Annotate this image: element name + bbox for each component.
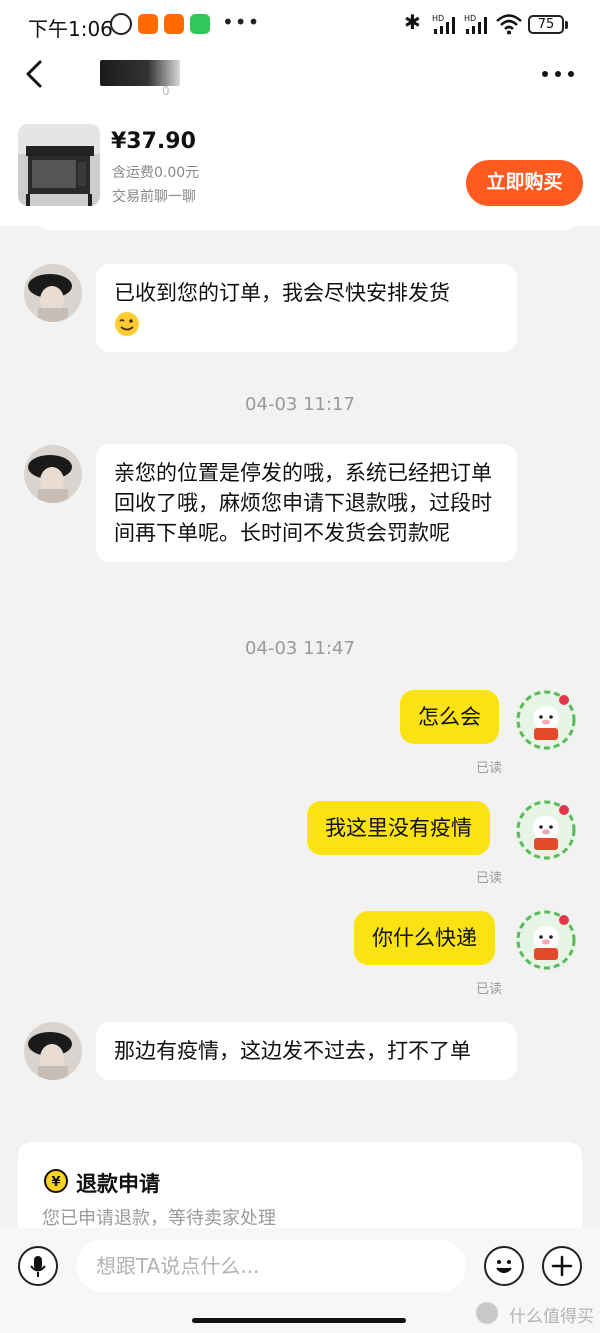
message-text: 怎么会 [418, 705, 481, 729]
read-status: 已读 [476, 761, 503, 776]
product-image[interactable] [18, 124, 100, 206]
message-text: 亲您的位置是停发的哦，系统已经把订单回收了哦，麻烦您申请下退款哦，过段时间再下单… [114, 461, 492, 545]
message-bubble-incoming[interactable]: 亲您的位置是停发的哦，系统已经把订单回收了哦，麻烦您申请下退款哦，过段时间再下单… [96, 444, 517, 562]
plus-icon [551, 1255, 573, 1277]
refund-title: 退款申请 [76, 1172, 160, 1196]
more-dots-icon [542, 71, 574, 77]
message-bubble-incoming[interactable]: 已收到您的订单，我会尽快安排发货 [96, 264, 517, 352]
contact-subtitle: 0 [162, 84, 170, 98]
microphone-icon [30, 1256, 46, 1277]
wifi-icon [496, 14, 522, 35]
smiley-icon [496, 1260, 512, 1274]
chat-header: 下午1:06 ••• ✱ HD HD 75 0 ¥37.90 含运费0.00元 … [0, 0, 600, 226]
bluetooth-icon: ✱ [404, 10, 421, 34]
message-text: 你什么快递 [372, 926, 477, 950]
battery-icon: 75 [528, 15, 568, 34]
message-bubble-outgoing[interactable]: 我这里没有疫情 [307, 801, 490, 855]
message-text: 我这里没有疫情 [325, 816, 472, 840]
message-bubble-incoming[interactable]: 那边有疫情，这边发不过去，打不了单 [96, 1022, 517, 1080]
watermark-logo-icon [476, 1302, 498, 1324]
buy-now-button[interactable]: 立即购买 [466, 160, 583, 206]
read-status: 已读 [476, 982, 503, 997]
product-price: ¥37.90 [111, 129, 196, 154]
message-input[interactable] [76, 1240, 466, 1292]
user-avatar[interactable] [514, 798, 578, 862]
shipping-fee: 含运费0.00元 [112, 165, 200, 181]
more-actions-button[interactable] [542, 1246, 582, 1286]
seller-avatar[interactable] [24, 445, 82, 503]
svg-text:HD: HD [432, 14, 444, 23]
user-avatar[interactable] [514, 908, 578, 972]
message-timestamp: 04-03 11:17 [245, 394, 355, 415]
app-notification-icon [138, 14, 158, 34]
message-text: 那边有疫情，这边发不过去，打不了单 [114, 1039, 471, 1063]
status-bar: 下午1:06 ••• ✱ HD HD 75 [0, 0, 600, 50]
alarm-icon [110, 13, 132, 35]
previous-card-edge [40, 222, 575, 230]
wink-emoji-icon [115, 312, 139, 336]
message-input-bar: 什么值得买 [0, 1228, 600, 1333]
svg-text:HD: HD [464, 14, 476, 23]
signal-2-icon: HD [464, 14, 487, 34]
more-notifications-icon: ••• [222, 10, 261, 34]
svg-text:¥: ¥ [51, 1175, 60, 1190]
home-indicator [192, 1318, 406, 1323]
chevron-left-icon [26, 60, 42, 88]
message-bubble-outgoing[interactable]: 你什么快递 [354, 911, 495, 965]
emoji-button[interactable] [484, 1246, 524, 1286]
message-timestamp: 04-03 11:47 [245, 638, 355, 659]
read-status: 已读 [476, 871, 503, 886]
chat-hint: 交易前聊一聊 [112, 189, 196, 205]
contact-name-redacted[interactable] [100, 60, 180, 86]
signal-icon: HD [432, 14, 455, 34]
watermark-text: 什么值得买 [509, 1307, 594, 1327]
message-bubble-outgoing[interactable]: 怎么会 [400, 690, 499, 744]
mi-notification-icon [164, 14, 184, 34]
user-avatar[interactable] [514, 688, 578, 752]
back-button[interactable] [14, 52, 54, 96]
seller-avatar[interactable] [24, 264, 82, 322]
refund-yen-icon: ¥ [44, 1169, 68, 1193]
status-time: 下午1:06 [28, 17, 113, 41]
message-text: 已收到您的订单，我会尽快安排发货 [114, 281, 450, 305]
seller-avatar[interactable] [24, 1022, 82, 1080]
refund-request-card[interactable]: ¥ 退款申请 您已申请退款，等待卖家处理 [18, 1142, 582, 1234]
voice-input-button[interactable] [18, 1246, 58, 1286]
mihome-notification-icon [190, 14, 210, 34]
refund-description: 您已申请退款，等待卖家处理 [42, 1208, 276, 1229]
more-options-button[interactable] [540, 64, 576, 88]
